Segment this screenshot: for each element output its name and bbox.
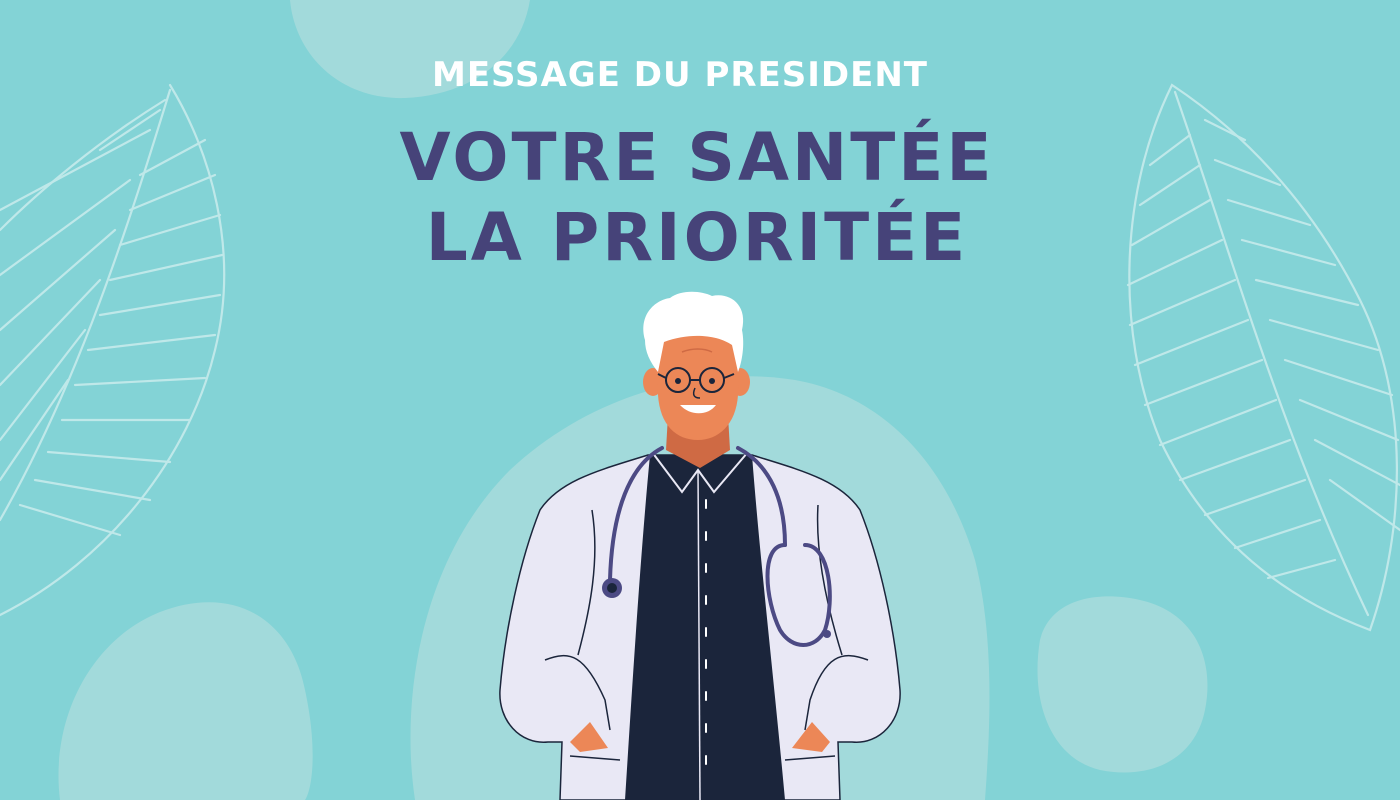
- doctor-illustration: [499, 291, 901, 800]
- eye-right: [709, 378, 715, 384]
- stethoscope-earpiece: [823, 630, 831, 638]
- eye-left: [675, 378, 681, 384]
